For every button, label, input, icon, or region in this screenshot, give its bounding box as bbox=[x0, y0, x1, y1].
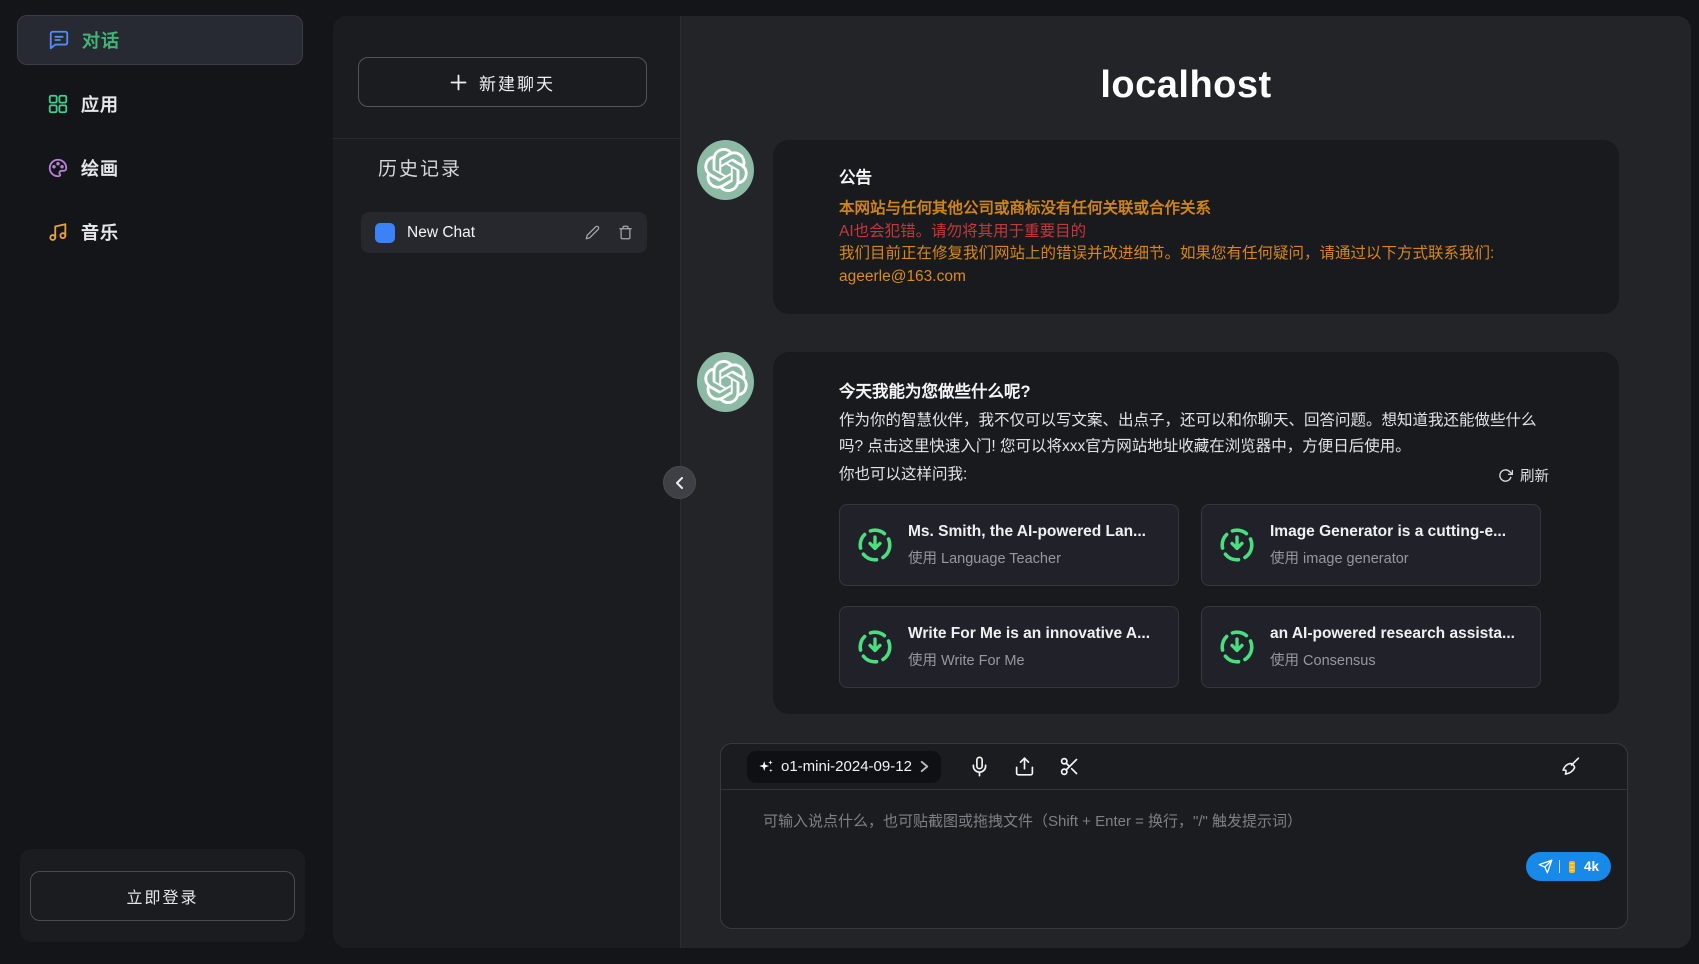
suggestion-title: Ms. Smith, the AI-powered Lan... bbox=[908, 523, 1146, 541]
refresh-icon bbox=[1498, 468, 1513, 483]
download-plugin-icon bbox=[856, 526, 894, 564]
chat-bubble-icon bbox=[48, 29, 70, 51]
token-coin-icon bbox=[1566, 860, 1578, 874]
sidebar-item-label: 对话 bbox=[82, 27, 120, 53]
page-title: localhost bbox=[681, 64, 1691, 107]
sidebar-item-drawing[interactable]: 绘画 bbox=[17, 143, 303, 193]
edit-pencil-icon[interactable] bbox=[585, 225, 600, 240]
ask-hint: 你也可以这样问我: bbox=[839, 462, 967, 488]
workspace: 新建聊天 历史记录 New Chat bbox=[333, 16, 1691, 948]
history-divider bbox=[333, 138, 680, 139]
suggestion-subtitle: 使用 Write For Me bbox=[908, 649, 1150, 670]
palette-icon bbox=[47, 157, 69, 179]
welcome-bubble: 今天我能为您做些什么呢? 作为你的智慧伙伴，我不仅可以写文案、出点子，还可以和你… bbox=[773, 352, 1619, 714]
sidebar-item-label: 绘画 bbox=[81, 155, 119, 181]
microphone-button[interactable] bbox=[969, 756, 990, 777]
send-button[interactable]: 4k bbox=[1526, 852, 1611, 881]
delete-trash-icon[interactable] bbox=[618, 225, 633, 240]
chevron-left-icon bbox=[674, 477, 686, 489]
plus-icon bbox=[450, 74, 467, 91]
contact-email-link[interactable]: ageerle@163.com bbox=[839, 266, 1549, 289]
send-plane-icon bbox=[1538, 859, 1553, 874]
model-selector[interactable]: o1-mini-2024-09-12 bbox=[747, 751, 941, 783]
announcement-bubble: 公告 本网站与任何其他公司或商标没有任何关联或合作关系 AI也会犯错。请勿将其用… bbox=[773, 140, 1619, 314]
refresh-suggestions-button[interactable]: 刷新 bbox=[1498, 465, 1549, 486]
login-button[interactable]: 立即登录 bbox=[30, 871, 295, 921]
sidebar: 对话 应用 绘画 bbox=[0, 0, 320, 964]
model-name: o1-mini-2024-09-12 bbox=[781, 758, 912, 775]
token-count-badge: 4k bbox=[1584, 859, 1599, 874]
screenshot-scissors-button[interactable] bbox=[1059, 756, 1080, 777]
suggestion-card[interactable]: an AI-powered research assista... 使用 Con… bbox=[1201, 606, 1541, 688]
download-plugin-icon bbox=[1218, 526, 1256, 564]
collapse-panel-button[interactable] bbox=[663, 466, 696, 499]
suggestion-card[interactable]: Image Generator is a cutting-e... 使用 ima… bbox=[1201, 504, 1541, 586]
new-chat-label: 新建聊天 bbox=[479, 70, 555, 95]
chat-item-title: New Chat bbox=[407, 224, 573, 242]
announcement-disclaimer: 本网站与任何其他公司或商标没有任何关联或合作关系 bbox=[839, 198, 1549, 221]
chat-area: localhost 公告 本网站与任何其他公司或商标没有任何关联或合作关系 AI… bbox=[681, 16, 1691, 948]
message-input[interactable]: 可输入说点什么，也可贴截图或拖拽文件（Shift + Enter = 换行，"/… bbox=[763, 810, 1585, 831]
send-separator bbox=[1559, 860, 1560, 873]
assistant-avatar bbox=[697, 140, 754, 200]
refresh-label: 刷新 bbox=[1520, 465, 1549, 486]
suggestion-card[interactable]: Ms. Smith, the AI-powered Lan... 使用 Lang… bbox=[839, 504, 1179, 586]
announcement-notice: 我们目前正在修复我们网站上的错误并改进细节。如果您有任何疑问，请通过以下方式联系… bbox=[839, 243, 1549, 266]
announcement-heading: 公告 bbox=[839, 164, 1549, 188]
history-chat-item[interactable]: New Chat bbox=[361, 212, 647, 253]
chat-item-avatar bbox=[375, 223, 395, 243]
suggestion-title: an AI-powered research assista... bbox=[1270, 625, 1515, 643]
sidebar-item-apps[interactable]: 应用 bbox=[17, 79, 303, 129]
chevron-right-icon bbox=[919, 760, 930, 773]
openai-logo-icon bbox=[704, 148, 748, 192]
openai-logo-icon bbox=[704, 360, 748, 404]
suggestion-subtitle: 使用 Language Teacher bbox=[908, 547, 1146, 568]
suggestion-title: Image Generator is a cutting-e... bbox=[1270, 523, 1506, 541]
login-card: 立即登录 bbox=[20, 849, 305, 942]
download-plugin-icon bbox=[1218, 628, 1256, 666]
composer: o1-mini-2024-09-12 bbox=[720, 743, 1628, 929]
suggestion-card[interactable]: Write For Me is an innovative A... 使用 Wr… bbox=[839, 606, 1179, 688]
sidebar-item-chat[interactable]: 对话 bbox=[17, 15, 303, 65]
sidebar-item-label: 音乐 bbox=[81, 219, 119, 245]
apps-grid-icon bbox=[47, 93, 69, 115]
history-panel: 新建聊天 历史记录 New Chat bbox=[333, 16, 680, 948]
download-plugin-icon bbox=[856, 628, 894, 666]
welcome-heading: 今天我能为您做些什么呢? bbox=[839, 378, 1549, 402]
announcement-warning: AI也会犯错。请勿将其用于重要目的 bbox=[839, 221, 1549, 244]
sidebar-item-label: 应用 bbox=[81, 91, 119, 117]
assistant-avatar bbox=[697, 352, 754, 412]
new-chat-button[interactable]: 新建聊天 bbox=[358, 57, 647, 107]
music-note-icon bbox=[47, 221, 69, 243]
suggestion-subtitle: 使用 image generator bbox=[1270, 547, 1506, 568]
composer-toolbar: o1-mini-2024-09-12 bbox=[721, 744, 1627, 790]
sidebar-item-music[interactable]: 音乐 bbox=[17, 207, 303, 257]
sparkle-icon bbox=[758, 759, 774, 774]
suggestion-title: Write For Me is an innovative A... bbox=[908, 625, 1150, 643]
suggestion-subtitle: 使用 Consensus bbox=[1270, 649, 1515, 670]
suggestion-grid: Ms. Smith, the AI-powered Lan... 使用 Lang… bbox=[839, 504, 1549, 688]
welcome-body: 作为你的智慧伙伴，我不仅可以写文案、出点子，还可以和你聊天、回答问题。想知道我还… bbox=[839, 408, 1549, 460]
clear-context-broom-button[interactable] bbox=[1560, 756, 1581, 777]
upload-file-button[interactable] bbox=[1014, 756, 1035, 777]
history-section-title: 历史记录 bbox=[378, 154, 462, 181]
